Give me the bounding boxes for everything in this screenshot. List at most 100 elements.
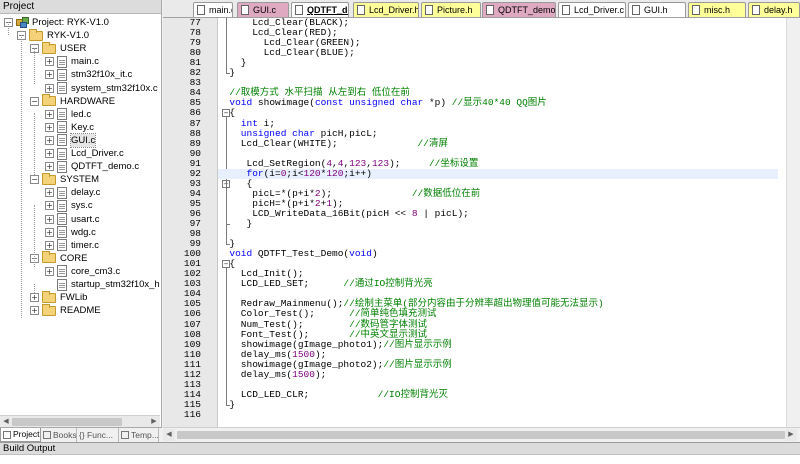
tree-item-folder[interactable]: − HARDWARE (30, 94, 115, 108)
expand-icon[interactable]: + (45, 240, 54, 250)
tree-item-project[interactable]: − Project: RYK-V1.0 (4, 16, 109, 29)
editor-scroll-thumb[interactable] (177, 431, 785, 439)
file-icon (57, 226, 67, 239)
expand-icon[interactable]: + (45, 162, 54, 172)
expand-icon[interactable]: + (45, 70, 54, 80)
tree-item-folder[interactable]: − CORE (30, 251, 88, 265)
tree-item-label: wdg.c (71, 226, 96, 238)
tree-item-file[interactable]: + core_cm3.c (45, 265, 120, 278)
tree-item-label: Lcd_Driver.c (71, 148, 124, 159)
tree-item-file[interactable]: + system_stm32f10x.c (45, 82, 158, 95)
tree-guide-line (34, 284, 35, 293)
tree-guide-line (21, 35, 22, 318)
expand-icon[interactable]: + (45, 227, 54, 237)
line-number: 86 (189, 107, 201, 119)
tree-item-file[interactable]: + led.c (45, 108, 91, 121)
tree-item-file[interactable]: + main.c (45, 55, 99, 68)
expand-icon[interactable]: + (30, 306, 39, 316)
code-line[interactable]: void showimage(const unsigned char *p) /… (218, 97, 546, 109)
tree-item-label: usart.c (71, 213, 100, 225)
code-line[interactable]: for(i=0;i<120*120;i++) (218, 168, 778, 179)
code-line[interactable]: LCD_LED_CLR; //IO控制背光灭 (218, 389, 448, 400)
expand-icon[interactable]: + (45, 57, 54, 67)
pane-tab[interactable]: Temp... (119, 428, 159, 442)
code-line[interactable]: void QDTFT_Test_Demo(void) (218, 248, 378, 260)
file-icon (57, 147, 67, 160)
expand-icon[interactable]: + (45, 214, 54, 224)
editor-tab-label: GUI.h (644, 5, 668, 15)
file-icon (241, 5, 249, 15)
code-number: 1500 (292, 368, 315, 380)
code-comment: //图片显示示例 (383, 358, 452, 370)
expand-icon[interactable]: + (45, 266, 54, 276)
tree-item-file[interactable]: + usart.c (45, 213, 100, 226)
editor-tab[interactable]: GUI.c (237, 2, 289, 17)
tree-item-label: SYSTEM (60, 174, 100, 186)
code-text: Lcd_Clear(WHITE); (218, 137, 418, 149)
collapse-icon[interactable]: − (30, 175, 39, 185)
expand-icon[interactable]: + (45, 188, 54, 198)
code-editor[interactable]: 77 78 79 80 81 82 83 84 85 86 87 88 89 90 91 92 93 94 95 96… (163, 18, 800, 427)
editor-tab[interactable]: GUI.h (628, 2, 686, 17)
editor-vertical-scrollbar[interactable] (786, 18, 800, 427)
tree-item-file[interactable]: + Key.c (45, 121, 94, 134)
editor-horizontal-scrollbar[interactable]: ◀ ▶ (163, 427, 800, 442)
code-comment: //数据低位在前 (411, 187, 481, 199)
scroll-left-icon[interactable]: ◀ (163, 429, 175, 441)
file-icon (57, 278, 67, 291)
tree-item-file[interactable]: + wdg.c (45, 226, 96, 239)
code-line[interactable]: LCD_WriteData_16Bit(picH << 8 | picL); (218, 208, 469, 219)
editor-tab[interactable]: Lcd_Driver.c (558, 2, 626, 17)
tree-item-folder[interactable]: − RYK-V1.0 (17, 28, 90, 42)
code-line[interactable]: } (218, 399, 235, 410)
expand-icon[interactable]: + (45, 135, 54, 145)
tree-item-file[interactable]: + stm32f10x_it.c (45, 68, 132, 81)
code-line[interactable]: delay_ms(1500); (218, 368, 327, 380)
tree-item-label: delay.c (71, 187, 101, 199)
pane-tab[interactable]: Project (0, 428, 41, 442)
pane-tab[interactable]: Books (41, 428, 77, 442)
code-text: ) (371, 248, 378, 260)
code-line[interactable]: LCD_LED_SET; //通过IO控制背光亮 (218, 279, 433, 289)
editor-tab-bar: main.c GUI.c QDTFT_demo.c Lcd_Driver.h Pictu… (163, 0, 800, 18)
editor-tab[interactable]: delay.h (748, 2, 800, 17)
code-keyword: const unsigned char (314, 97, 424, 109)
folder-icon (29, 28, 43, 41)
expand-icon[interactable]: + (45, 149, 54, 158)
tree-item-file[interactable]: + QDTFT_demo.c (45, 160, 139, 173)
project-tree-scroll-thumb[interactable] (12, 418, 122, 426)
pane-tab[interactable]: {} Func... (77, 428, 119, 442)
expand-icon[interactable]: + (45, 83, 54, 93)
tree-item-label: CORE (60, 252, 88, 264)
code-number: 123 (371, 157, 390, 169)
editor-tab[interactable]: QDTFT_demo.c (291, 2, 349, 17)
editor-tab[interactable]: main.c (193, 2, 233, 17)
tree-item-folder[interactable]: + FWLib (30, 290, 87, 304)
code-line[interactable]: } (218, 219, 253, 229)
expand-icon[interactable]: + (45, 201, 54, 211)
tree-item-file[interactable]: + delay.c (45, 186, 100, 199)
tree-item-folder[interactable]: − SYSTEM (30, 172, 100, 186)
expand-icon[interactable]: + (45, 109, 54, 119)
editor-tab[interactable]: misc.h (688, 2, 746, 17)
expand-icon[interactable]: + (45, 122, 54, 132)
code-line[interactable]: } (218, 68, 235, 78)
expand-icon[interactable]: + (30, 293, 39, 303)
scroll-right-icon[interactable]: ▶ (785, 429, 797, 441)
project-tree-scrollbar[interactable]: ◀ ▶ (0, 415, 160, 428)
tree-item-file[interactable]: + timer.c (45, 239, 99, 252)
tree-item-file[interactable]: + GUI.c (45, 132, 97, 148)
editor-tab[interactable]: QDTFT_demo.h (482, 2, 556, 17)
tree-item-file[interactable]: startup_stm32f10x_hd.s (45, 278, 160, 291)
code-comment: //坐标设置 (428, 157, 479, 169)
editor-tab[interactable]: Picture.h (421, 2, 481, 17)
editor-tab[interactable]: Lcd_Driver.h (353, 2, 419, 17)
tree-item-file[interactable]: + Lcd_Driver.c (45, 147, 124, 160)
tree-item-file[interactable]: + sys.c (45, 199, 93, 212)
collapse-icon[interactable]: − (30, 96, 39, 106)
tree-item-folder[interactable]: + README (30, 303, 101, 317)
tab-icon (43, 431, 51, 439)
tree-item-folder[interactable]: − USER (30, 41, 86, 55)
tree-item-label: RYK-V1.0 (47, 30, 90, 42)
code-line[interactable]: Lcd_Clear(WHITE); //清屏 (218, 137, 448, 149)
